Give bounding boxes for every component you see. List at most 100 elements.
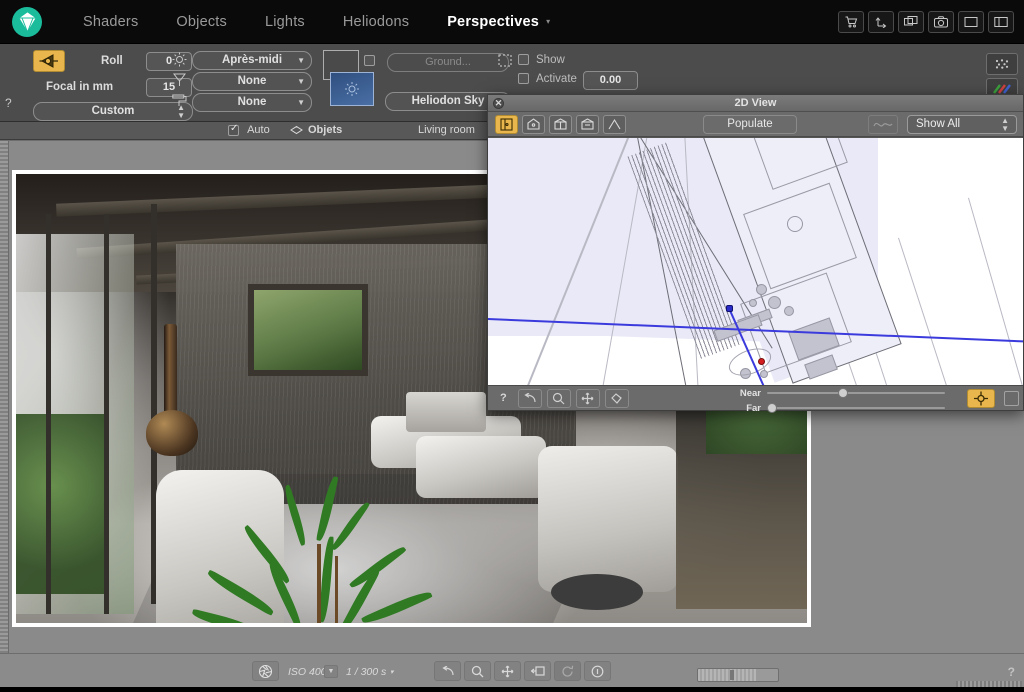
2d-view-bottom-toolbar: ? (488, 385, 1023, 410)
camera-position-marker[interactable] (726, 305, 733, 312)
activate-checkbox[interactable] (518, 73, 529, 84)
square-toggle-icon[interactable] (1004, 391, 1019, 406)
brush-preset-dropdown[interactable]: None ▼ (192, 93, 312, 112)
menu-item-perspectives[interactable]: Perspectives (428, 10, 558, 34)
far-slider-thumb[interactable] (767, 403, 777, 413)
tab-front[interactable] (549, 115, 572, 134)
ground-button[interactable]: Ground... (387, 53, 509, 72)
render-garden (16, 414, 108, 594)
menu-item-objects[interactable]: Objects (157, 10, 246, 34)
wave-icon[interactable] (868, 115, 898, 134)
render-window (248, 284, 368, 376)
plan-furniture (756, 284, 767, 295)
menu-item-lights[interactable]: Lights (246, 10, 324, 34)
lens-icon[interactable] (33, 50, 65, 72)
camera-icon[interactable] (928, 11, 954, 33)
pan-icon[interactable] (576, 389, 600, 408)
menu-item-list: Shaders Objects Lights Heliodons Perspec… (64, 10, 558, 34)
show-all-dropdown[interactable]: Show All ▲▼ (907, 115, 1017, 134)
info-icon[interactable] (584, 661, 611, 681)
export-icon[interactable] (868, 11, 894, 33)
render-table (406, 392, 486, 432)
plan-furniture (749, 299, 757, 307)
main-menu-bar: Shaders Objects Lights Heliodons Perspec… (0, 0, 1024, 44)
camera-preset-dropdown[interactable]: Custom ▲▼ (33, 102, 193, 121)
tab-perspective[interactable] (495, 115, 518, 134)
chevron-down-icon: ▼ (297, 52, 305, 69)
layers-icon (290, 125, 303, 135)
populate-button[interactable]: Populate (703, 115, 797, 134)
2d-view-titlebar[interactable]: ✕ 2D View (488, 95, 1023, 112)
light-probe-icon[interactable] (524, 661, 551, 681)
render-mullion (46, 214, 51, 614)
objects-toggle[interactable]: Objets (290, 124, 342, 136)
target-orbit-icon[interactable] (967, 389, 995, 408)
auto-checkbox[interactable] (228, 125, 239, 136)
progress-fill (698, 669, 756, 681)
duplicate-icon[interactable] (898, 11, 924, 33)
show-label: Show (536, 54, 565, 66)
menu-item-heliodons[interactable]: Heliodons (324, 10, 428, 34)
render-foreground-plant (231, 474, 406, 627)
undo-icon[interactable] (518, 389, 542, 408)
pan-icon[interactable] (494, 661, 521, 681)
ground-checkbox[interactable] (364, 55, 375, 66)
cart-icon[interactable] (838, 11, 864, 33)
aperture-icon[interactable] (252, 661, 279, 681)
stepper-icon: ▲▼ (1001, 117, 1009, 133)
clip-sliders: Near Far (735, 388, 965, 409)
chevron-down-icon[interactable]: ▾ (546, 17, 550, 26)
select-icon[interactable] (605, 389, 629, 408)
sky-preview-swatch[interactable] (330, 72, 374, 106)
show-checkbox[interactable] (518, 54, 529, 65)
undo-icon[interactable] (434, 661, 461, 681)
roll-label: Roll (101, 55, 123, 67)
panel-icon[interactable] (988, 11, 1014, 33)
2d-view-title: 2D View (735, 97, 777, 109)
render-stove (146, 410, 198, 456)
marquee-icon (498, 54, 512, 72)
chevron-down-icon: ▼ (328, 668, 335, 675)
zoom-icon[interactable] (464, 661, 491, 681)
gem-logo-icon[interactable] (12, 7, 42, 37)
render-mullion (104, 214, 109, 614)
shutter-label: 1 / 300 s (346, 666, 386, 678)
postprocess-value[interactable]: 0.00 (583, 71, 638, 90)
2d-help-label[interactable]: ? (500, 392, 507, 404)
render-stage: ✕ 2D View (0, 140, 1024, 653)
near-slider[interactable] (767, 392, 945, 394)
refresh-icon[interactable] (554, 661, 581, 681)
iso-dropdown[interactable]: ▼ (324, 665, 338, 678)
tab-top[interactable] (522, 115, 545, 134)
stage-scrollbar[interactable] (0, 141, 9, 654)
sun-preset-value: Après-midi (222, 54, 282, 66)
2d-view-window[interactable]: ✕ 2D View (487, 94, 1024, 411)
inspector-help-label[interactable]: ? (5, 96, 12, 110)
floor-plan-canvas[interactable] (488, 137, 1023, 385)
lamp-preset-dropdown[interactable]: None ▼ (192, 72, 312, 91)
menu-item-shaders[interactable]: Shaders (64, 10, 157, 34)
plan-furniture (784, 306, 794, 316)
tab-section[interactable] (603, 115, 626, 134)
far-slider[interactable] (767, 407, 945, 409)
sun-preset-dropdown[interactable]: Après-midi ▼ (192, 51, 312, 70)
status-help-label[interactable]: ? (1008, 665, 1015, 679)
zoom-icon[interactable] (547, 389, 571, 408)
far-label: Far (735, 403, 761, 414)
render-armchair (538, 446, 678, 592)
2d-view-toolbar: Populate Show All ▲▼ (488, 112, 1023, 137)
sun-icon (172, 52, 187, 72)
auto-checkbox-wrap[interactable]: Auto (228, 124, 270, 136)
near-slider-thumb[interactable] (838, 388, 848, 398)
camera-target-marker[interactable] (758, 358, 765, 365)
auto-label: Auto (247, 124, 270, 136)
crop-icon[interactable] (958, 11, 984, 33)
shutter-caret[interactable]: ▾ (390, 668, 394, 676)
bottom-status-bar: ISO 400 ▼ 1 / 300 s ▾ (0, 653, 1024, 687)
render-progress-bar (697, 668, 779, 682)
paint-roller-icon (172, 93, 187, 112)
tab-side[interactable] (576, 115, 599, 134)
close-icon[interactable]: ✕ (493, 98, 504, 109)
plan-line (968, 198, 1023, 385)
noise-icon[interactable] (986, 53, 1018, 75)
